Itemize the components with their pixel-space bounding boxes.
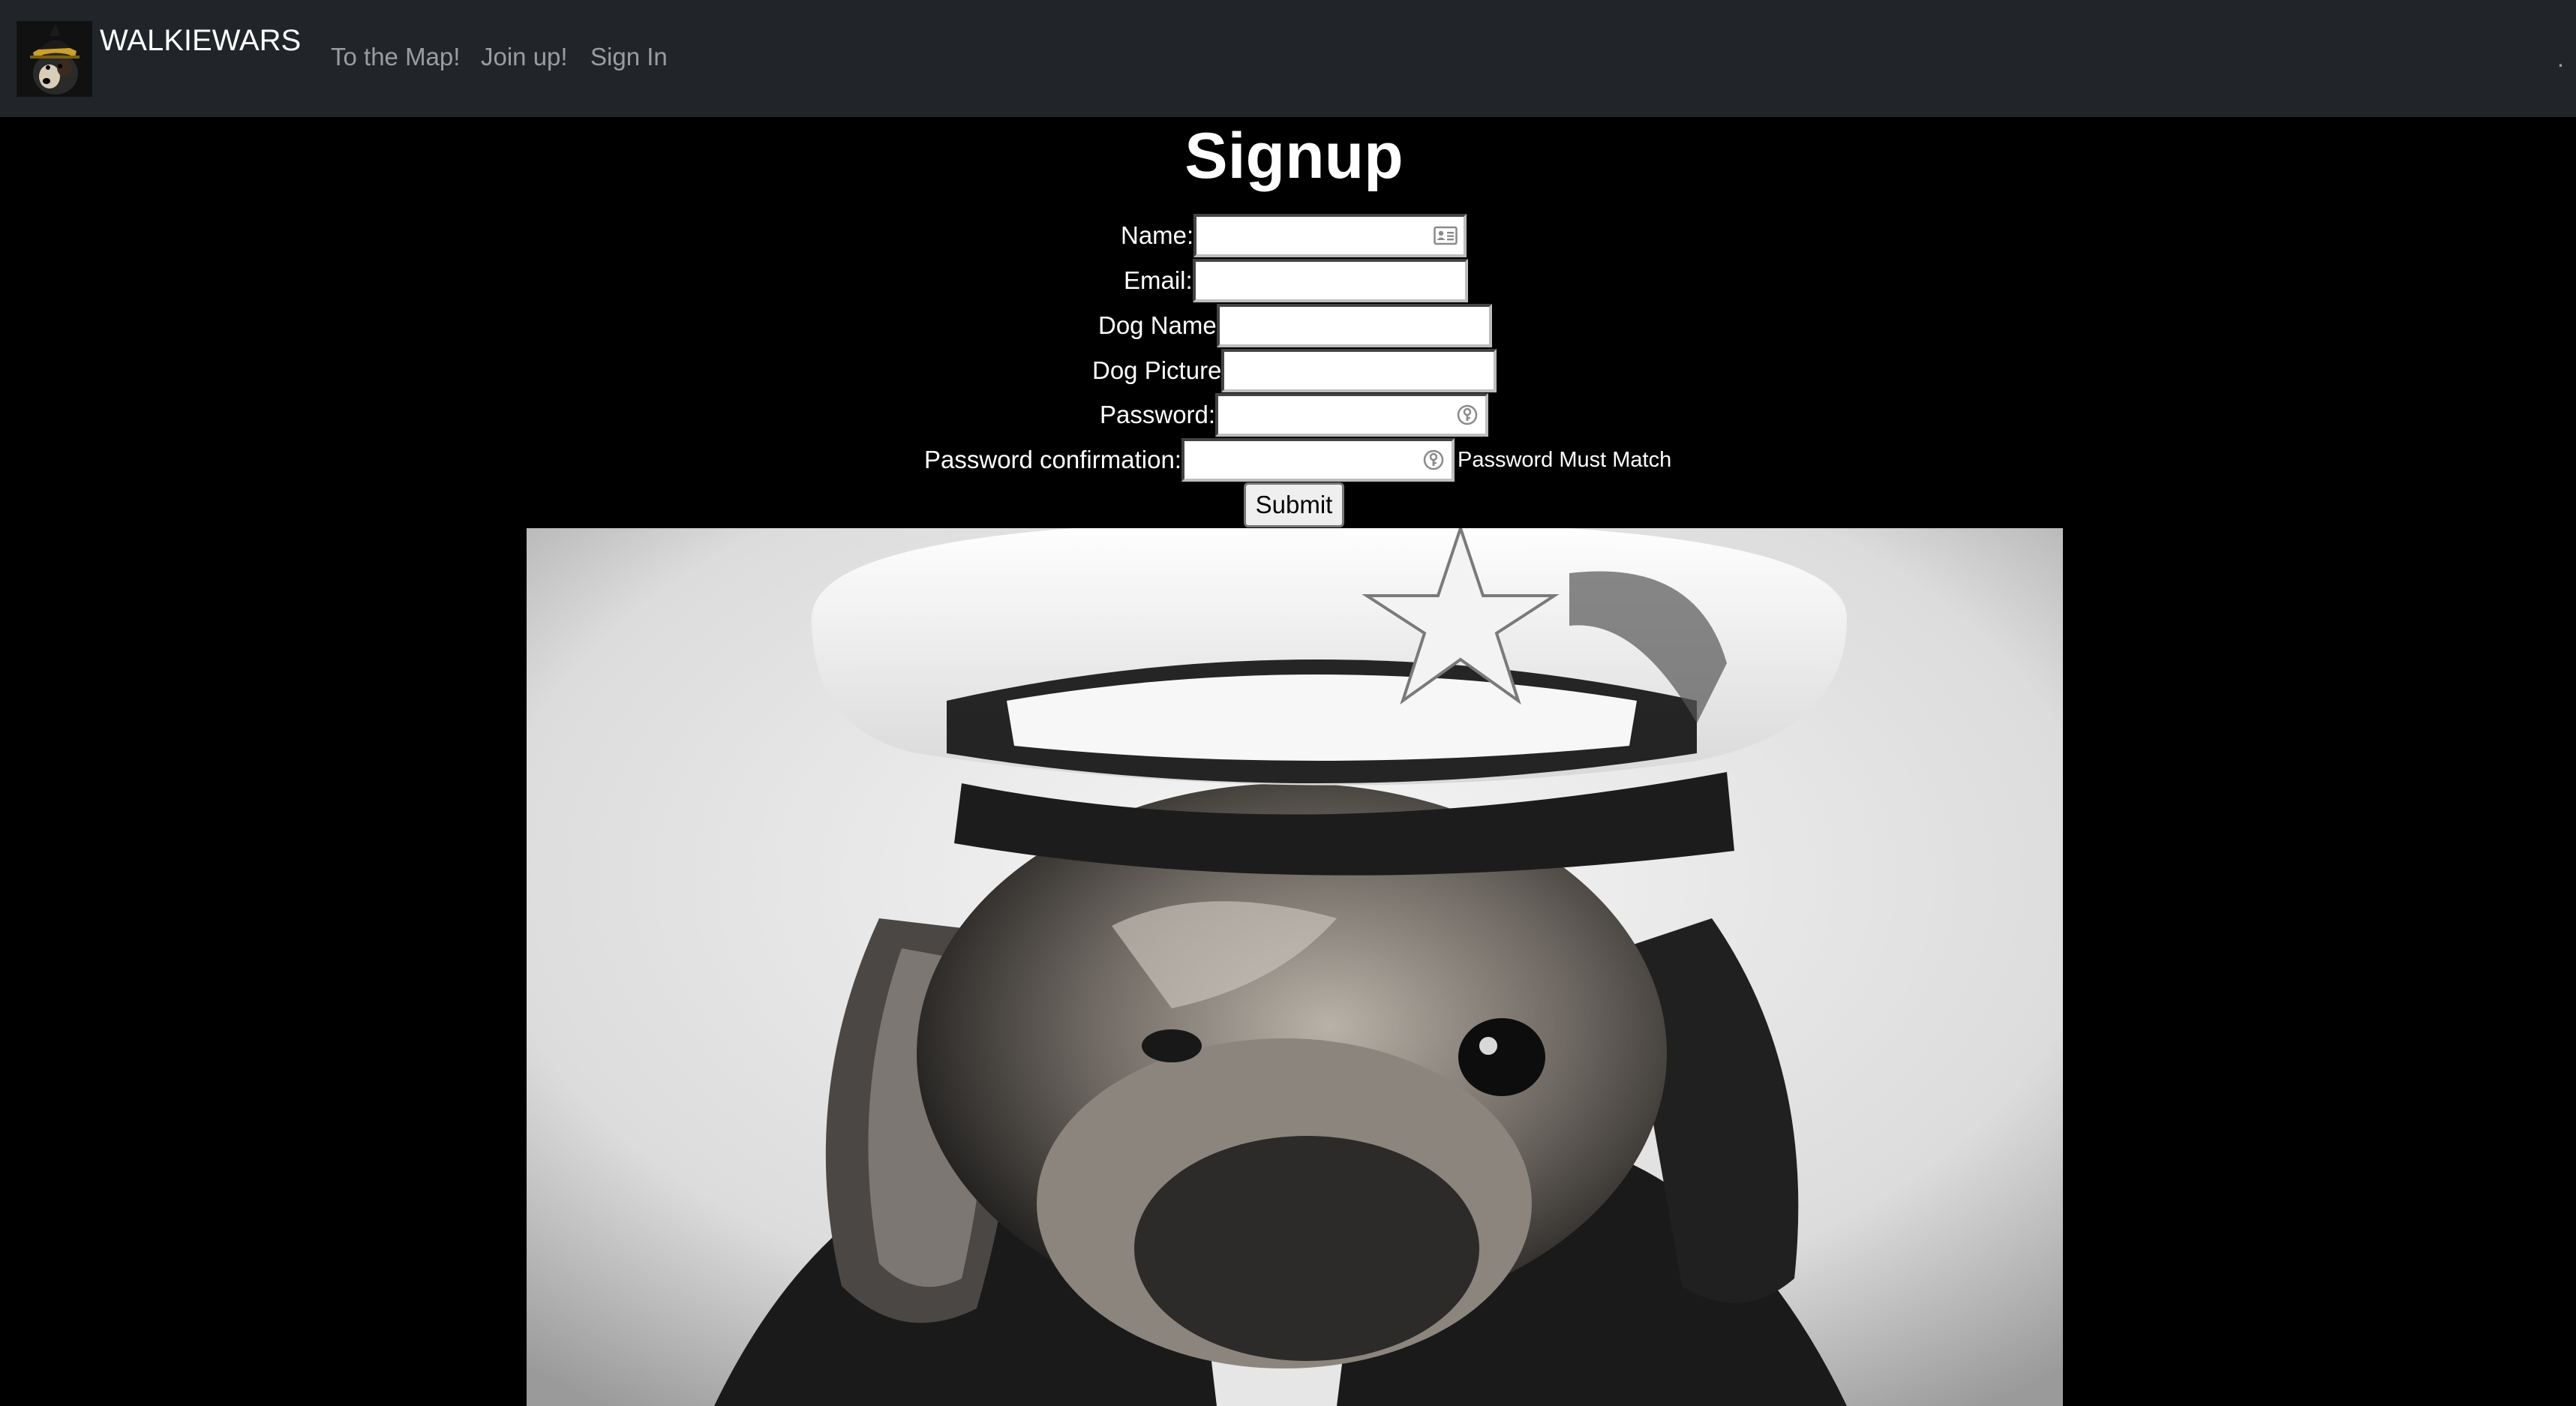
submit-button[interactable]: Submit <box>1244 482 1344 527</box>
name-label: Name: <box>1121 221 1194 249</box>
dog-picture-label: Dog Picture <box>1092 356 1222 384</box>
dog-name-input[interactable] <box>1216 304 1492 347</box>
password-field-wrap <box>1215 393 1489 437</box>
dog-logo-icon <box>17 21 92 97</box>
password-row: Password: <box>1100 393 1489 437</box>
nav-link-map[interactable]: To the Map! <box>331 41 460 74</box>
name-row: Name: <box>1121 214 1467 257</box>
name-input[interactable] <box>1193 214 1467 257</box>
page-title: Signup <box>1184 120 1404 192</box>
email-label: Email: <box>1124 266 1193 294</box>
password-confirmation-label: Password confirmation: <box>924 446 1181 473</box>
nav-link-sign-in[interactable]: Sign In <box>590 41 668 74</box>
dog-photo <box>527 528 2063 1406</box>
password-label: Password: <box>1100 401 1216 428</box>
name-field-wrap <box>1193 214 1467 257</box>
brand-name[interactable]: WALKIEWARS <box>100 21 301 60</box>
email-row: Email: <box>1124 259 1468 302</box>
navbar-right-glyph: . <box>2556 44 2564 72</box>
password-input[interactable] <box>1215 393 1489 437</box>
password-confirmation-field-wrap <box>1181 438 1455 482</box>
password-confirmation-row: Password confirmation: Password Must Mat… <box>924 438 1671 482</box>
email-input[interactable] <box>1192 259 1468 302</box>
navbar: WALKIEWARS To the Map! Join up! Sign In … <box>0 0 2576 117</box>
nav-link-join[interactable]: Join up! <box>481 41 568 74</box>
dog-name-label: Dog Name <box>1098 311 1217 339</box>
dog-name-row: Dog Name <box>1098 304 1492 347</box>
hero-dog-photo <box>527 528 2063 1406</box>
dog-picture-input[interactable] <box>1221 349 1497 392</box>
password-match-hint: Password Must Match <box>1457 448 1672 472</box>
password-confirmation-input[interactable] <box>1181 438 1455 482</box>
dog-picture-row: Dog Picture <box>1092 349 1497 392</box>
brand-logo[interactable] <box>17 21 92 97</box>
